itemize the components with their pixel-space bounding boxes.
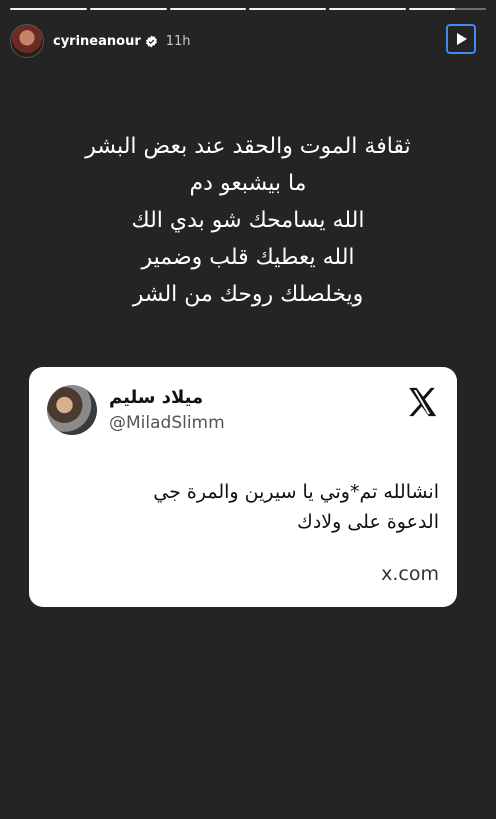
progress-segment	[169, 8, 247, 10]
tweet-domain: x.com	[381, 563, 439, 585]
caption-line: ويخلصلك روحك من الشر	[132, 282, 364, 307]
story-progress-bar	[10, 8, 486, 10]
tweet-line: الدعوة على ولادك	[297, 511, 439, 533]
caption-line: ما بيشبعو دم	[189, 171, 307, 196]
caption-line: ثقافة الموت والحقد عند بعض البشر	[85, 134, 411, 159]
progress-segment	[89, 8, 167, 10]
tweet-text: انشالله تم*وتي يا سيرين والمرة جي الدعوة…	[49, 477, 439, 537]
progress-segment	[10, 8, 87, 10]
caption-line: الله يسامحك شو بدي الك	[131, 208, 365, 233]
story-caption: ثقافة الموت والحقد عند بعض البشر ما بيشب…	[0, 128, 496, 313]
verified-badge-icon	[145, 35, 157, 47]
play-button[interactable]	[446, 24, 476, 54]
x-logo-icon	[409, 387, 437, 417]
progress-segment	[249, 8, 327, 10]
story-header: cyrineanour 11h	[10, 24, 486, 58]
caption-line: الله يعطيك قلب وضمير	[141, 245, 355, 270]
username[interactable]: cyrineanour	[53, 34, 141, 49]
tweet-card[interactable]: ميلاد سليم @MiladSlimm انشالله تم*وتي يا…	[29, 367, 457, 607]
tweet-display-name: ميلاد سليم	[109, 387, 204, 408]
play-icon	[457, 33, 467, 45]
progress-segment-current	[409, 8, 486, 10]
progress-segment	[329, 8, 407, 10]
profile-avatar[interactable]	[10, 24, 44, 58]
tweet-line: انشالله تم*وتي يا سيرين والمرة جي	[153, 481, 439, 503]
tweet-handle: @MiladSlimm	[109, 413, 225, 433]
tweet-author-avatar	[47, 385, 97, 435]
post-time: 11h	[165, 33, 191, 49]
